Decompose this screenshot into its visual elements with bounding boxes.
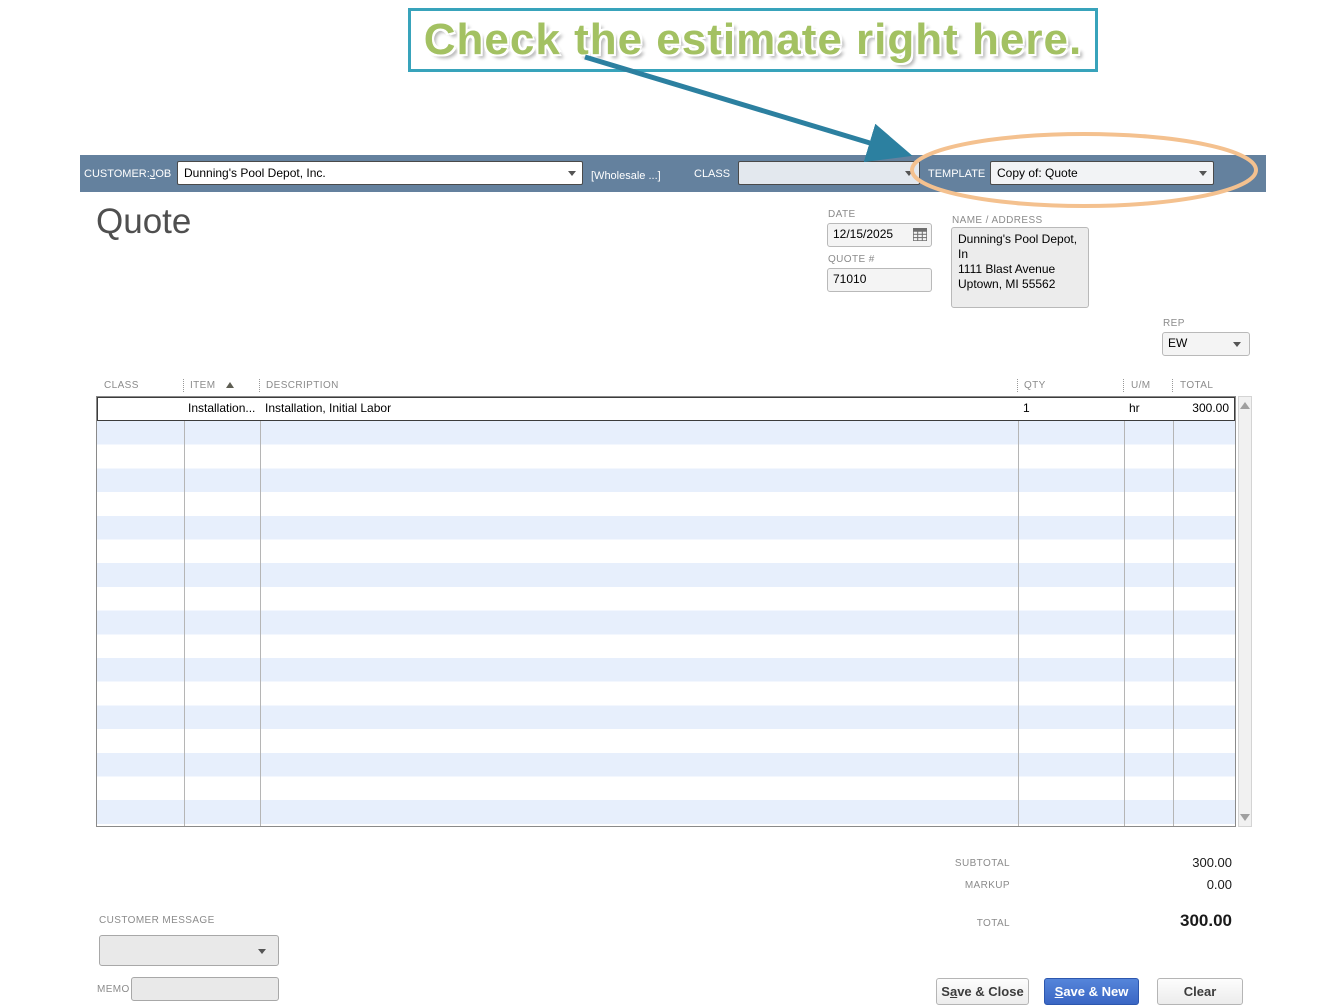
cell-total[interactable]: 300.00 xyxy=(1176,401,1229,415)
customer-job-label-pre: CUSTOMER: xyxy=(84,168,150,180)
cell-um[interactable]: hr xyxy=(1129,401,1171,415)
memo-label: MEMO xyxy=(97,984,130,995)
markup-value: 0.00 xyxy=(1206,877,1232,892)
calendar-icon[interactable] xyxy=(913,228,927,241)
rep-label: REP xyxy=(1163,318,1185,329)
cell-item[interactable]: Installation... xyxy=(188,401,258,415)
scroll-up-icon[interactable] xyxy=(1239,398,1251,413)
column-separator xyxy=(1172,379,1173,392)
template-dropdown[interactable]: Copy of: Quote xyxy=(990,161,1214,185)
save-new-label-post: ave & New xyxy=(1063,984,1129,999)
save-new-label-mnemonic: S xyxy=(1054,984,1064,999)
total-value: 300.00 xyxy=(1180,911,1232,930)
customer-job-value: Dunning's Pool Depot, Inc. xyxy=(184,166,326,180)
markup-label: MARKUP xyxy=(964,880,1010,891)
quote-form-window: Check the estimate right here. CUSTOMER:… xyxy=(0,0,1344,1008)
class-label: CLASS xyxy=(694,168,731,180)
chevron-down-icon xyxy=(258,948,266,954)
chevron-down-icon xyxy=(905,171,913,176)
date-label: DATE xyxy=(828,209,856,220)
transaction-header-bar: CUSTOMER:JOB Dunning's Pool Depot, Inc. … xyxy=(80,155,1266,192)
column-header-um[interactable]: U/M xyxy=(1131,380,1151,391)
customer-job-label: CUSTOMER:JOB xyxy=(84,168,171,180)
column-line xyxy=(1124,397,1125,826)
save-close-button[interactable]: Save & Close xyxy=(936,978,1029,1005)
column-line xyxy=(1018,397,1019,826)
quote-number-field[interactable]: 71010 xyxy=(827,268,932,292)
table-row[interactable]: Installation... Installation, Initial La… xyxy=(97,397,1235,421)
chevron-down-icon xyxy=(568,171,576,176)
chevron-down-icon xyxy=(1233,342,1241,347)
annotation-callout-text: Check the estimate right here. xyxy=(423,15,1083,64)
table-scrollbar[interactable] xyxy=(1238,396,1252,827)
wholesale-tag: [Wholesale ...] xyxy=(591,170,661,182)
empty-rows-stripes xyxy=(97,421,1235,826)
column-line xyxy=(1173,397,1174,826)
clear-button[interactable]: Clear xyxy=(1157,978,1243,1005)
name-address-field[interactable]: Dunning's Pool Depot, In 1111 Blast Aven… xyxy=(951,227,1089,308)
column-separator xyxy=(183,379,184,392)
column-header-item[interactable]: ITEM xyxy=(190,380,216,391)
column-separator xyxy=(259,379,260,392)
rep-value: EW xyxy=(1168,336,1188,350)
clear-button-label: Clear xyxy=(1183,984,1217,999)
cell-description[interactable]: Installation, Initial Labor xyxy=(265,401,1005,415)
template-value: Copy of: Quote xyxy=(997,166,1078,180)
line-items-table-header: CLASS ITEM DESCRIPTION QTY U/M TOTAL xyxy=(96,376,1235,396)
class-dropdown[interactable] xyxy=(738,161,920,185)
customer-message-label: CUSTOMER MESSAGE xyxy=(99,915,215,926)
memo-input[interactable] xyxy=(131,977,279,1001)
date-value: 12/15/2025 xyxy=(833,227,894,241)
customer-job-label-post: OB xyxy=(155,168,172,180)
annotation-callout: Check the estimate right here. xyxy=(408,8,1098,72)
save-close-label-pre: S xyxy=(941,984,950,999)
address-line-2: 1111 Blast Avenue xyxy=(958,262,1056,276)
address-line-3: Uptown, MI 55562 xyxy=(958,277,1056,291)
cell-qty[interactable]: 1 xyxy=(1023,401,1118,415)
chevron-down-icon xyxy=(1199,171,1207,176)
customer-job-dropdown[interactable]: Dunning's Pool Depot, Inc. xyxy=(177,161,583,185)
address-line-1: Dunning's Pool Depot, In xyxy=(958,232,1078,261)
column-header-description[interactable]: DESCRIPTION xyxy=(266,380,339,391)
column-header-class[interactable]: CLASS xyxy=(104,380,139,391)
customer-message-dropdown[interactable] xyxy=(99,935,279,966)
page-title: Quote xyxy=(96,202,192,241)
rep-dropdown[interactable]: EW xyxy=(1162,332,1250,356)
quote-number-label: QUOTE # xyxy=(828,254,875,265)
sort-ascending-icon xyxy=(226,382,234,388)
column-line xyxy=(184,397,185,826)
save-new-button[interactable]: Save & New xyxy=(1044,978,1139,1005)
quote-number-value: 71010 xyxy=(833,272,867,286)
save-close-label-post: ve & Close xyxy=(957,984,1024,999)
column-header-total[interactable]: TOTAL xyxy=(1180,380,1213,391)
column-header-qty[interactable]: QTY xyxy=(1024,380,1046,391)
line-items-table-body[interactable]: Installation... Installation, Initial La… xyxy=(96,396,1236,827)
scroll-down-icon[interactable] xyxy=(1239,810,1251,825)
column-separator xyxy=(1123,379,1124,392)
column-line xyxy=(260,397,261,826)
date-field[interactable]: 12/15/2025 xyxy=(827,223,932,247)
template-label: TEMPLATE xyxy=(928,168,986,180)
subtotal-label: SUBTOTAL xyxy=(954,858,1010,869)
column-separator xyxy=(1017,379,1018,392)
total-label: TOTAL xyxy=(976,918,1010,929)
name-address-label: NAME / ADDRESS xyxy=(952,215,1043,226)
customer-message-value xyxy=(100,943,106,957)
subtotal-value: 300.00 xyxy=(1192,855,1232,870)
